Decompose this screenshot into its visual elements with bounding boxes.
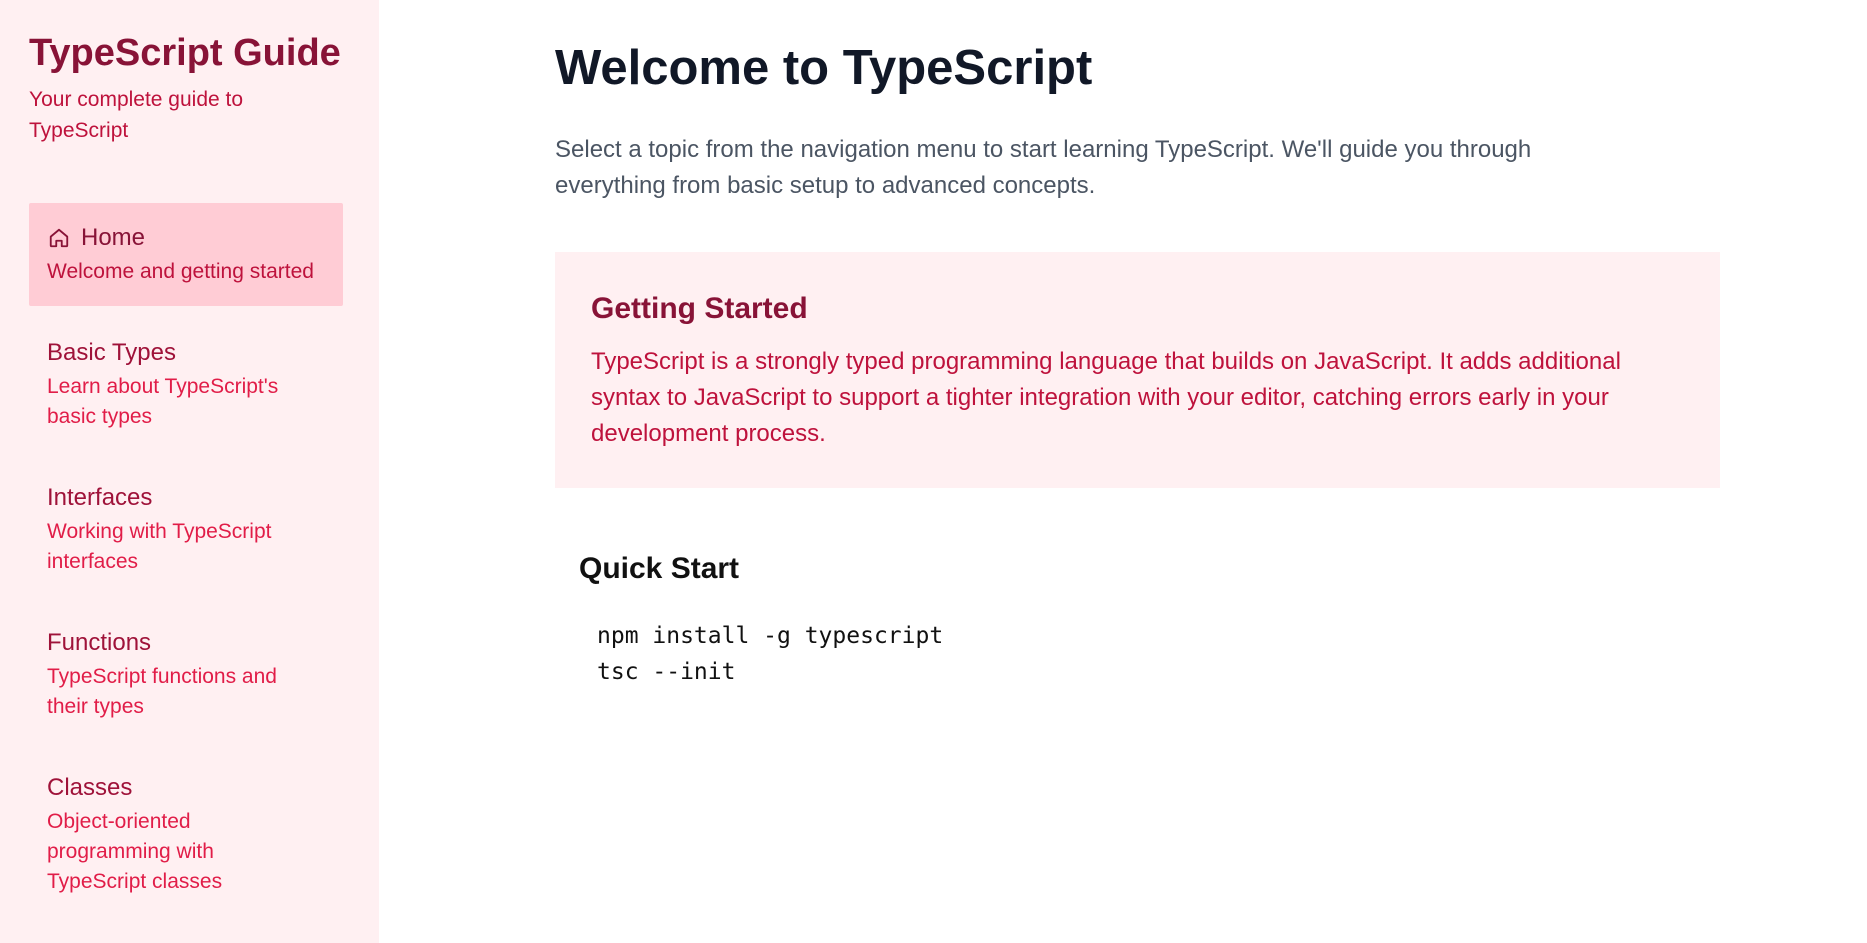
page-intro: Select a topic from the navigation menu … <box>555 136 1532 199</box>
main-content: Welcome to TypeScript Select a topic fro… <box>379 0 1867 943</box>
sidebar-item-label: Home <box>81 224 146 251</box>
sidebar-item-description: Learn about TypeScript's basic types <box>47 375 279 428</box>
app-root: TypeScript Guide Your complete guide to … <box>0 0 1867 943</box>
code-line: tsc --init <box>597 659 736 685</box>
nav-item-head: Interfaces <box>47 482 325 514</box>
sidebar-item-classes[interactable]: Classes Object-oriented programming with… <box>29 753 343 916</box>
quick-start-section: Quick Start npm install -g typescript tsc… <box>555 550 1867 690</box>
callout-text: TypeScript is a strongly typed programmi… <box>591 348 1621 447</box>
sidebar-item-interfaces[interactable]: Interfaces Working with TypeScript inter… <box>29 463 343 596</box>
sidebar-item-label: Classes <box>47 774 133 801</box>
sidebar-item-label: Basic Types <box>47 339 176 366</box>
nav-item-head: Basic Types <box>47 337 325 369</box>
getting-started-callout: Getting Started TypeScript is a strongly… <box>555 252 1720 488</box>
code-block: npm install -g typescript tsc --init <box>597 618 1867 690</box>
sidebar: TypeScript Guide Your complete guide to … <box>0 0 379 943</box>
sidebar-item-description: Welcome and getting started <box>47 260 314 283</box>
page-title: Welcome to TypeScript <box>555 41 1093 95</box>
sidebar-item-description: Object-oriented programming with TypeScr… <box>47 810 223 893</box>
sidebar-item-description: TypeScript functions and their types <box>47 665 277 718</box>
nav-item-head: Home <box>47 222 325 254</box>
code-line: npm install -g typescript <box>597 623 944 649</box>
sidebar-item-home[interactable]: Home Welcome and getting started <box>29 203 343 306</box>
sidebar-nav: Home Welcome and getting started Basic T… <box>29 203 343 916</box>
home-icon <box>47 226 71 250</box>
nav-item-head: Functions <box>47 627 325 659</box>
sidebar-item-label: Interfaces <box>47 484 153 511</box>
sidebar-item-description: Working with TypeScript interfaces <box>47 520 272 573</box>
nav-item-head: Classes <box>47 772 325 804</box>
sidebar-title: TypeScript Guide <box>29 32 341 74</box>
quick-start-title: Quick Start <box>579 552 740 585</box>
sidebar-subtitle: Your complete guide to TypeScript <box>29 88 244 142</box>
sidebar-item-label: Functions <box>47 629 152 656</box>
callout-title: Getting Started <box>591 292 808 325</box>
sidebar-item-basic-types[interactable]: Basic Types Learn about TypeScript's bas… <box>29 318 343 451</box>
sidebar-item-functions[interactable]: Functions TypeScript functions and their… <box>29 608 343 741</box>
